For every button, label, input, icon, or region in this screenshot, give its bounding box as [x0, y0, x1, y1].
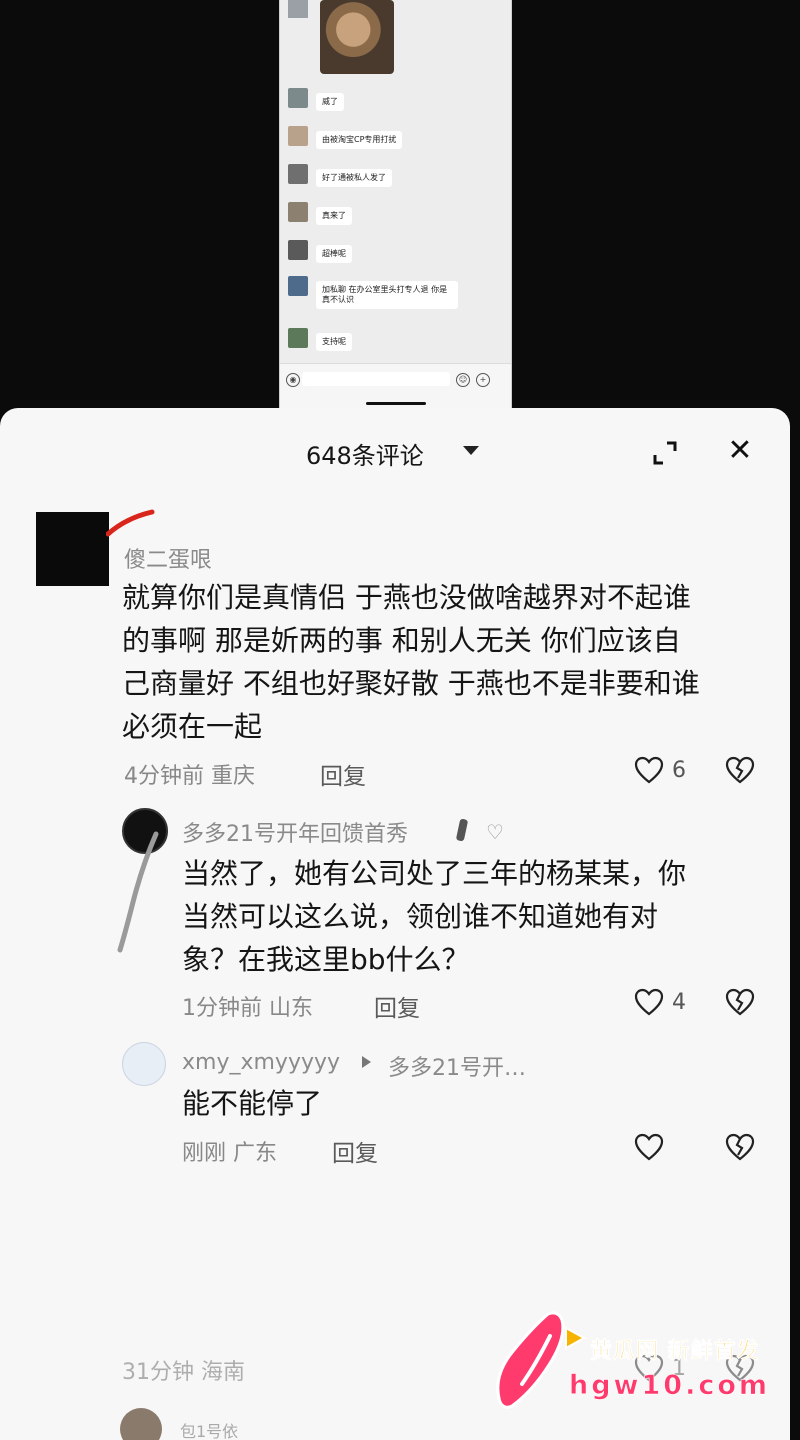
watermark-slogan: 黄瓜网 新鲜首发: [590, 1339, 760, 1365]
heart-icon[interactable]: [634, 756, 664, 784]
comments-sheet: 648条评论 ✕ 傻二蛋哏 就算你们是真情侣 于燕也没做啥越界对不起谁 的事啊 …: [0, 408, 790, 1440]
broken-heart-icon[interactable]: [725, 756, 755, 784]
comment-meta: 刚刚 广东: [182, 1135, 277, 1167]
avatar: [288, 88, 308, 108]
comment-line: 就算你们是真情侣 于燕也没做啥越界对不起谁: [122, 581, 691, 614]
comment-line: 象？在我这里bb什么？: [182, 943, 470, 976]
heart-icon[interactable]: [634, 1133, 664, 1161]
comment-username[interactable]: xmy_xmyyyyy: [182, 1050, 340, 1075]
home-indicator: [366, 402, 426, 405]
comment-meta: 4分钟前 重庆: [124, 758, 255, 790]
like-count: 6: [672, 758, 686, 783]
chat-screenshot-preview: 威了 由被淘宝CP专用打扰 好了通被私人发了 真来了 超棒呢 加私聊 在办公室里…: [279, 0, 512, 410]
message-bubble: 超棒呢: [316, 245, 352, 263]
comment-username[interactable]: 傻二蛋哏: [124, 542, 212, 574]
comment-text: 当然了，她有公司处了三年的杨某某，你 当然可以这么说，领创谁不知道她有对 象？在…: [182, 852, 686, 981]
comment-meta: 31分钟 海南: [122, 1360, 245, 1385]
comment-username[interactable]: 多多21号开年回馈首秀: [182, 816, 408, 848]
comment-line: 必须在一起: [122, 710, 263, 743]
chat-input: [302, 372, 450, 386]
red-scribble: [106, 509, 155, 537]
avatar: [288, 202, 308, 222]
avatar: [288, 0, 308, 18]
chat-message: 超棒呢: [288, 236, 498, 268]
reply-button[interactable]: 回复: [374, 989, 420, 1023]
comment-time: 1分钟前: [182, 996, 262, 1021]
avatar: [288, 276, 308, 296]
chat-message: 好了通被私人发了: [288, 160, 498, 192]
comment-line: 当然了，她有公司处了三年的杨某某，你: [182, 857, 687, 890]
avatar: [288, 328, 308, 348]
avatar: [288, 164, 308, 184]
message-bubble: 由被淘宝CP专用打扰: [316, 131, 403, 149]
expand-icon[interactable]: [652, 440, 678, 466]
comment-username[interactable]: 包1号依: [180, 1418, 238, 1440]
avatar: [288, 240, 308, 260]
voice-icon: ◉: [286, 373, 300, 387]
chat-message: 由被淘宝CP专用打扰: [288, 122, 498, 154]
chat-message: 威了: [288, 84, 498, 116]
reply-arrow-icon: [362, 1056, 371, 1068]
chat-input-bar: ◉ ☺ +: [280, 363, 511, 410]
gray-scribble: [117, 831, 159, 953]
avatar[interactable]: [36, 512, 109, 586]
close-icon[interactable]: ✕: [725, 436, 755, 466]
message-bubble: 加私聊 在办公室里头打专人退 你是真不认识: [316, 281, 458, 309]
message-bubble: 威了: [316, 93, 344, 111]
comment-meta: 1分钟前 山东: [182, 990, 313, 1022]
plus-icon: +: [476, 373, 490, 387]
reply-button[interactable]: 回复: [320, 757, 366, 791]
comment-line: 己商量好 不组也好聚好散 于燕也不是非要和谁: [122, 667, 700, 700]
comment-time: 刚刚: [182, 1141, 227, 1166]
broken-heart-icon[interactable]: [725, 1133, 755, 1161]
watermark-url: hgw10.com: [569, 1370, 771, 1402]
comments-header: 648条评论 ✕: [0, 408, 790, 494]
chat-message: 加私聊 在办公室里头打专人退 你是真不认识: [288, 272, 498, 316]
comment-text: 能不能停了: [182, 1082, 322, 1125]
comment-line: 当然可以这么说，领创谁不知道她有对: [182, 900, 659, 933]
lightbulb-icon: ♡: [486, 820, 504, 844]
avatar: [288, 126, 308, 146]
emoji-icon: ☺: [456, 373, 470, 387]
avatar[interactable]: [120, 1408, 162, 1440]
broken-heart-icon[interactable]: [725, 988, 755, 1016]
comment-text: 就算你们是真情侣 于燕也没做啥越界对不起谁 的事啊 那是妡两的事 和别人无关 你…: [122, 576, 700, 748]
message-bubble: 真来了: [316, 207, 352, 225]
comment-count-title[interactable]: 648条评论: [306, 436, 424, 471]
avatar[interactable]: [122, 1042, 166, 1086]
chat-message: 真来了: [288, 198, 498, 230]
comment-location: 山东: [269, 996, 314, 1021]
comment-location: 重庆: [211, 764, 256, 789]
meme-photo: [320, 0, 394, 74]
comment-time: 4分钟前: [124, 764, 204, 789]
reply-to-username[interactable]: 多多21号开…: [388, 1050, 526, 1082]
reply-button[interactable]: 回复: [332, 1134, 378, 1168]
badge-icon: [455, 818, 469, 842]
message-bubble: 支持呢: [316, 333, 352, 351]
caret-down-icon[interactable]: [463, 446, 479, 455]
comment-line: 能不能停了: [182, 1087, 323, 1120]
message-bubble: 好了通被私人发了: [316, 169, 392, 187]
chat-message: 支持呢: [288, 324, 498, 356]
comment-line: 的事啊 那是妡两的事 和别人无关 你们应该自: [122, 624, 681, 657]
comment-location: 广东: [233, 1141, 278, 1166]
like-count: 4: [672, 990, 686, 1015]
heart-icon[interactable]: [634, 988, 664, 1016]
